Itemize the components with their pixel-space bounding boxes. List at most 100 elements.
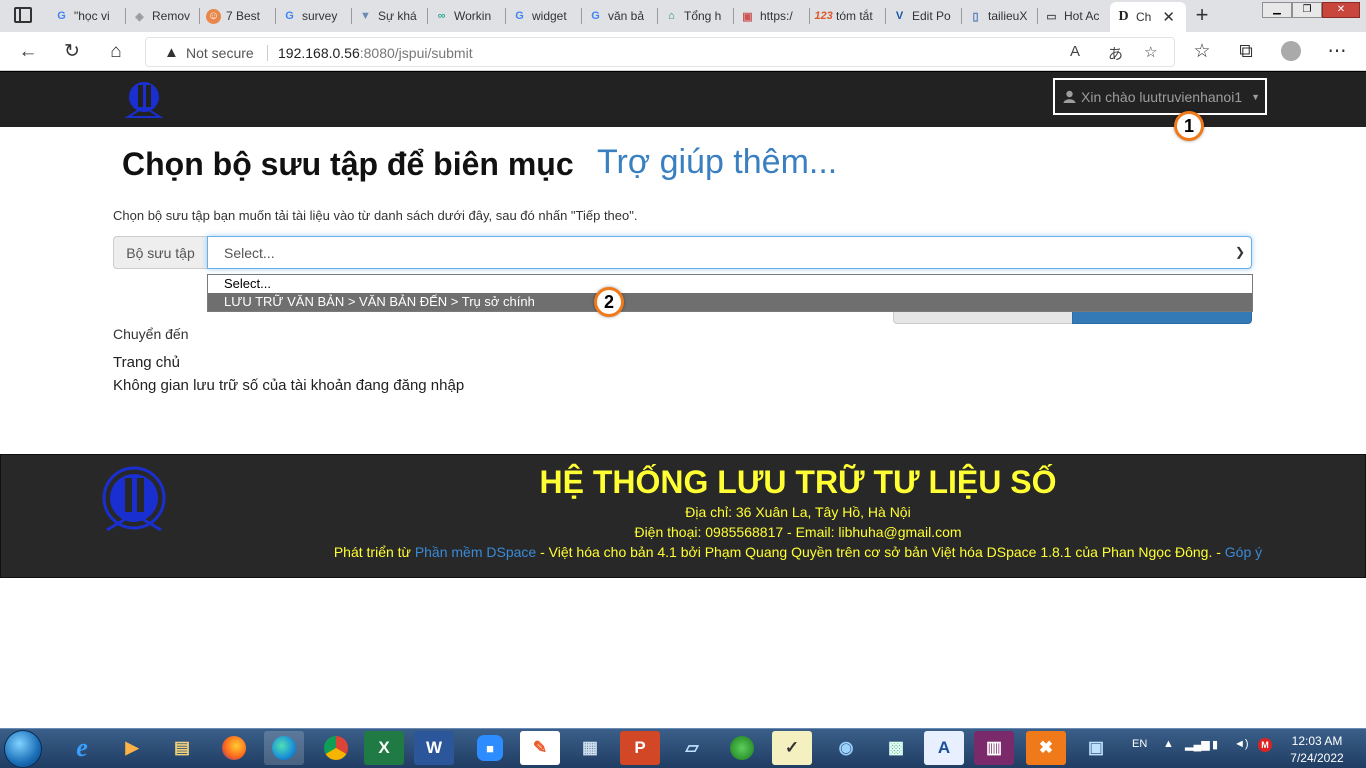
browser-tab-strip: G "học vi ◈ Remov ☺ 7 Best G survey ▼ Sự…: [0, 0, 1366, 32]
network-app-icon[interactable]: [722, 731, 762, 765]
more-menu-icon[interactable]: ⋯: [1326, 41, 1348, 63]
home-link[interactable]: Trang chủ: [113, 354, 180, 371]
dropdown-option[interactable]: Select...: [208, 275, 1252, 293]
address-bar[interactable]: ▲ Not secure 192.168.0.56:8080/jspui/sub…: [145, 37, 1175, 67]
home-icon[interactable]: ⌂: [105, 41, 127, 63]
computer-icon[interactable]: ▣: [1076, 731, 1116, 765]
chevron-down-icon: ❯: [1234, 245, 1245, 259]
new-tab-button[interactable]: +: [1190, 4, 1214, 28]
remove-icon: ◈: [135, 10, 144, 23]
antivirus-icon[interactable]: M: [1258, 738, 1272, 752]
help-link[interactable]: Trợ giúp thêm...: [597, 143, 837, 182]
page-icon: ▭: [1046, 10, 1057, 23]
feedback-link[interactable]: Góp ý: [1225, 544, 1262, 560]
browser-tab[interactable]: ▭ Hot Ac: [1038, 4, 1110, 28]
firefox-icon[interactable]: [214, 731, 254, 765]
footer-credit: Phát triển từ Phần mềm DSpace - Việt hóa…: [333, 544, 1263, 560]
read-aloud-icon[interactable]: A: [1070, 43, 1080, 60]
warning-icon: ▲: [164, 44, 179, 61]
annotation-marker: 1: [1174, 111, 1204, 141]
security-label[interactable]: Not secure: [186, 45, 254, 61]
web-icon: ▣: [742, 10, 753, 23]
zoom-icon[interactable]: ■: [470, 731, 510, 765]
web-icon: ⌂: [668, 10, 675, 22]
media-player-icon[interactable]: ▶: [112, 731, 152, 765]
chrome-icon[interactable]: [316, 731, 356, 765]
browser-tab[interactable]: V Edit Po: [886, 4, 962, 28]
internet-explorer-icon[interactable]: e: [62, 731, 102, 765]
signal-icon[interactable]: ▂▄▆: [1185, 738, 1210, 751]
browser-tab[interactable]: G văn bả: [582, 4, 658, 28]
user-icon: [1063, 90, 1076, 103]
browser-tab[interactable]: ◈ Remov: [126, 4, 200, 28]
footer-address: Địa chỉ: 36 Xuân La, Tây Hồ, Hà Nội: [685, 504, 911, 520]
collection-dropdown-list: Select... LƯU TRỮ VĂN BẢN > VĂN BẢN ĐẾN …: [207, 274, 1253, 312]
user-menu[interactable]: Xin chào luutruvienhanoi1 ▼: [1053, 78, 1267, 115]
browser-tab[interactable]: 123 tóm tắt: [810, 4, 886, 28]
volume-icon[interactable]: ◄): [1234, 738, 1249, 750]
browser-tab-active[interactable]: D Ch ✕: [1110, 2, 1186, 32]
google-icon: G: [285, 10, 294, 22]
remote-desktop-icon[interactable]: ◉: [826, 731, 866, 765]
browser-tab[interactable]: G widget: [506, 4, 582, 28]
document-app-icon[interactable]: A: [924, 731, 964, 765]
browser-tab[interactable]: ∞ Workin: [428, 4, 506, 28]
web-icon: ▼: [360, 10, 371, 22]
translate-icon[interactable]: あ: [1108, 43, 1123, 64]
web-icon: ∞: [437, 10, 446, 22]
pen-tool-icon[interactable]: ✎: [520, 731, 560, 765]
close-tab-icon[interactable]: ✕: [1162, 8, 1175, 26]
browser-tab[interactable]: ⌂ Tổng h: [658, 4, 734, 28]
show-hidden-icons-icon[interactable]: ▲: [1163, 738, 1174, 750]
language-indicator[interactable]: EN: [1132, 738, 1147, 750]
caret-down-icon: ▼: [1251, 91, 1261, 102]
annotation-marker: 2: [594, 287, 624, 317]
favorites-icon[interactable]: ☆: [1191, 41, 1213, 63]
close-window-button[interactable]: ✕: [1322, 2, 1360, 18]
collection-label: Bộ sưu tập: [113, 236, 208, 269]
browser-tab[interactable]: G "học vi: [48, 4, 126, 28]
tab-actions-icon[interactable]: [14, 7, 32, 23]
footer-contact: Điện thoại: 0985568817 - Email: libhuha@…: [634, 524, 962, 540]
collection-select[interactable]: Select... ❯: [207, 236, 1252, 269]
add-favorite-icon[interactable]: ☆: [1144, 43, 1157, 61]
word-icon[interactable]: W: [414, 731, 454, 765]
powerpoint-icon[interactable]: P: [620, 731, 660, 765]
back-icon[interactable]: ←: [17, 41, 39, 63]
browser-tab[interactable]: G survey: [276, 4, 352, 28]
notes-icon[interactable]: ▱: [672, 731, 712, 765]
dspace-icon: D: [1118, 9, 1129, 24]
profile-icon[interactable]: [1280, 41, 1302, 63]
browser-tab[interactable]: ▣ https:/: [734, 4, 810, 28]
page-title: Chọn bộ sưu tập để biên mục: [122, 146, 574, 182]
maximize-button[interactable]: ❐: [1292, 2, 1322, 18]
url-text[interactable]: 192.168.0.56:8080/jspui/submit: [278, 45, 473, 61]
app-icon: ☺: [206, 8, 221, 24]
my-dspace-link[interactable]: Không gian lưu trữ số của tài khoản đang…: [113, 377, 464, 394]
collections-icon[interactable]: ⧉: [1235, 41, 1257, 63]
image-viewer-icon[interactable]: ▦: [570, 731, 610, 765]
jump-to-label: Chuyển đến: [113, 326, 189, 342]
dropdown-option-highlighted[interactable]: LƯU TRỮ VĂN BẢN > VĂN BẢN ĐẾN > Trụ sở c…: [208, 293, 1252, 311]
system-clock[interactable]: 12:03 AM 7/24/2022: [1286, 733, 1348, 767]
google-icon: G: [515, 10, 524, 22]
library-logo-icon[interactable]: [124, 79, 164, 119]
file-explorer-icon[interactable]: ▤: [162, 731, 202, 765]
xampp-icon[interactable]: ✖: [1026, 731, 1066, 765]
chart-app-icon[interactable]: ✓: [772, 731, 812, 765]
control-panel-icon[interactable]: ▩: [876, 731, 916, 765]
start-button[interactable]: [4, 730, 42, 768]
browser-tab[interactable]: ▯ tailieuX: [962, 4, 1038, 28]
user-greeting: Xin chào luutruvienhanoi1: [1081, 88, 1243, 105]
excel-icon[interactable]: X: [364, 731, 404, 765]
battery-icon[interactable]: ▮: [1212, 738, 1218, 751]
edge-icon[interactable]: [264, 731, 304, 765]
winrar-icon[interactable]: ▥: [974, 731, 1014, 765]
minimize-button[interactable]: ▁: [1262, 2, 1292, 18]
browser-tab[interactable]: ▼ Sự khá: [352, 4, 428, 28]
dspace-link[interactable]: Phần mềm DSpace: [415, 544, 536, 560]
browser-tab[interactable]: ☺ 7 Best: [200, 4, 276, 28]
reload-icon[interactable]: ↻: [61, 41, 83, 63]
phone-icon: ▯: [972, 10, 979, 23]
v-icon: V: [895, 10, 904, 22]
